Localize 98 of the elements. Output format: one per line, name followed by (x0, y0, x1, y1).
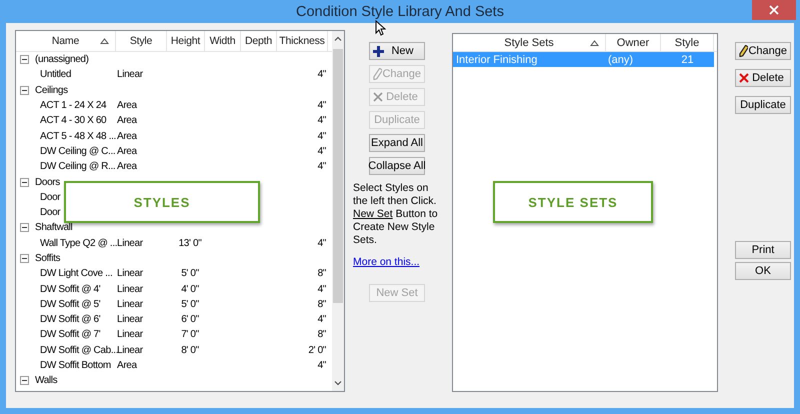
side-button[interactable]: Change (735, 42, 791, 60)
style-name[interactable]: ACT 1 - 24 X 24 (40, 100, 106, 112)
more-info-link[interactable]: More on this... (353, 256, 420, 268)
table-cell: Linear (117, 329, 143, 340)
table-cell: 4" (318, 360, 326, 372)
table-cell: 4" (318, 314, 326, 326)
table-cell: 4" (318, 284, 326, 295)
cursor-icon (375, 20, 386, 36)
style-name[interactable]: DW Soffit @ 4' (40, 284, 100, 295)
column-header[interactable]: Name (16, 31, 116, 51)
scrollbar[interactable] (332, 31, 344, 391)
table-cell: 8" (318, 298, 326, 310)
table-cell: 5' 0" (181, 298, 199, 310)
collapse-toggle-icon[interactable] (20, 223, 29, 232)
table-cell: 5' 0" (181, 268, 199, 280)
table-cell: Linear (117, 344, 143, 356)
group-label[interactable]: Doors (35, 176, 60, 188)
cross-icon (373, 92, 383, 102)
plus-icon (373, 46, 384, 56)
style-name[interactable]: DW Soffit @ 7' (40, 329, 100, 340)
collapse-toggle-icon[interactable] (20, 178, 29, 187)
table-cell: Linear (117, 298, 143, 310)
side-button[interactable]: Duplicate (735, 96, 791, 114)
table-cell: 4" (318, 161, 326, 172)
table-cell: 4" (318, 238, 326, 249)
table-cell: 8" (318, 329, 326, 340)
style-name[interactable]: DW Soffit @ Cab... (40, 344, 118, 356)
table-cell: 7' 0" (181, 329, 199, 340)
table-cell: Area (117, 115, 137, 126)
column-header[interactable]: Width (205, 31, 241, 51)
table-cell: Linear (117, 284, 143, 295)
column-header[interactable]: Owner (606, 34, 661, 51)
style-name[interactable]: Untitled (40, 69, 72, 80)
column-header[interactable]: Thickness (277, 31, 328, 51)
style-name[interactable]: DW Soffit Bottom (40, 360, 111, 372)
table-cell: Linear (117, 268, 143, 280)
group-label[interactable]: Soffits (35, 253, 60, 264)
column-header[interactable]: Style (116, 31, 167, 51)
table-cell: 4" (318, 130, 326, 142)
column-header[interactable]: Height (167, 31, 205, 51)
collapse-toggle-icon[interactable] (20, 86, 29, 95)
table-cell: 2' 0" (308, 344, 326, 356)
group-label[interactable]: Ceilings (35, 84, 68, 96)
action-button[interactable]: New (369, 42, 425, 60)
instruction-text: Select Styles on the left then Click. New Set Button to Create New Style Sets. (353, 182, 439, 247)
dialog-button[interactable]: OK (735, 262, 791, 280)
style-name[interactable]: DW Soffit @ 6' (40, 314, 100, 326)
style-name[interactable]: DW Light Cove ... (40, 268, 112, 280)
pencil-icon (373, 68, 382, 80)
group-label[interactable]: Shaftwall (35, 222, 72, 234)
sort-arrow-icon (100, 38, 109, 44)
cross-icon (739, 73, 749, 83)
action-button[interactable]: Collapse All (369, 157, 425, 175)
table-cell: 8' 0" (181, 344, 199, 356)
table-cell: Area (117, 360, 137, 372)
style-name[interactable]: ACT 5 - 48 X 48 ... (40, 130, 116, 142)
column-header[interactable]: Style (661, 34, 714, 51)
callout-label: STYLE SETS (493, 181, 653, 223)
close-button[interactable] (752, 0, 796, 20)
callout-label: STYLES (64, 181, 260, 223)
table-cell: 4" (318, 146, 326, 157)
group-label[interactable]: Walls (35, 375, 58, 386)
collapse-toggle-icon[interactable] (20, 376, 29, 386)
table-cell: Linear (117, 314, 143, 326)
action-button[interactable]: Expand All (369, 134, 425, 152)
dialog-button[interactable]: Print (735, 241, 791, 259)
table-cell: 4' 0" (181, 284, 199, 295)
style-name[interactable]: DW Soffit @ 5' (40, 298, 100, 310)
table-cell: Area (117, 130, 137, 142)
side-button[interactable]: Delete (735, 69, 791, 87)
table-cell: Area (117, 161, 137, 172)
style-name[interactable]: Door (40, 192, 60, 203)
table-cell: Linear (117, 238, 143, 249)
sort-arrow-icon (590, 40, 599, 46)
scroll-up-icon[interactable] (334, 36, 342, 41)
style-name[interactable]: Door (40, 207, 60, 218)
close-icon (769, 5, 779, 15)
column-header[interactable]: Depth (241, 31, 277, 51)
table-cell: Linear (117, 69, 143, 80)
table-cell: 13' 0" (178, 238, 202, 249)
table-cell: 6' 0" (181, 314, 199, 326)
group-label[interactable]: (unassigned) (35, 54, 89, 66)
style-name[interactable]: Wall Type Q2 @ ... (40, 238, 118, 249)
table-cell: Area (117, 100, 137, 112)
table-cell: 8" (318, 268, 326, 280)
table-cell: 4" (318, 100, 326, 112)
pencil-icon (739, 45, 748, 57)
table-cell: Area (117, 146, 137, 157)
table-cell: 4" (318, 69, 326, 80)
scroll-down-icon[interactable] (334, 381, 342, 386)
window-title: Condition Style Library And Sets (296, 4, 504, 20)
collapse-toggle-icon[interactable] (20, 254, 29, 263)
table-cell: 4" (318, 115, 326, 126)
style-name[interactable]: DW Ceiling @ C... (40, 146, 116, 157)
style-name[interactable]: DW Ceiling @ R... (40, 161, 116, 172)
collapse-toggle-icon[interactable] (20, 55, 29, 64)
column-header[interactable]: Style Sets (453, 34, 606, 51)
style-name[interactable]: ACT 4 - 30 X 60 (40, 115, 106, 126)
